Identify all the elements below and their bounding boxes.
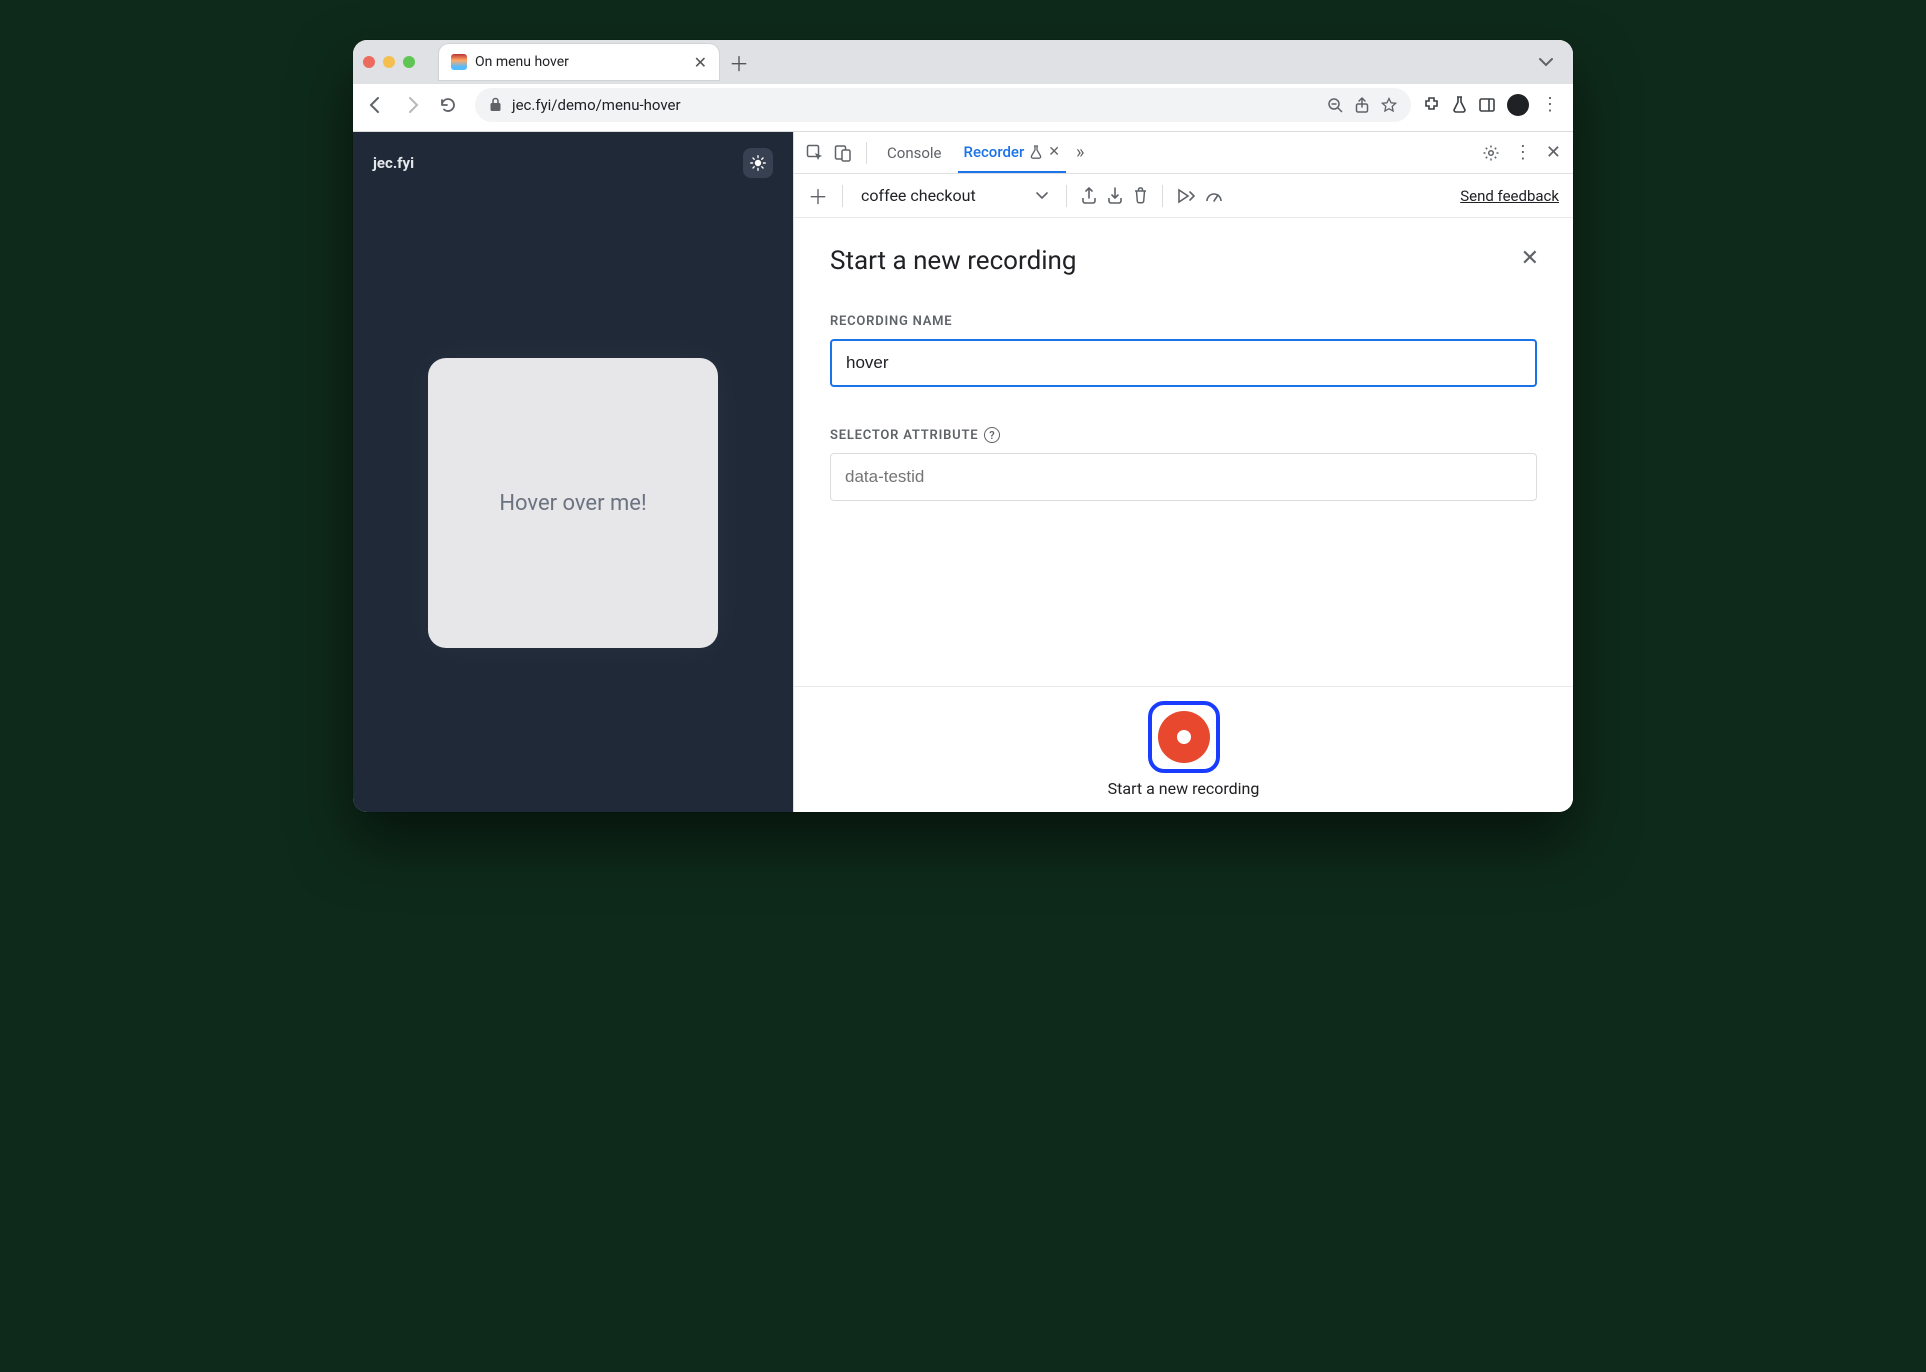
recording-name-input[interactable] (830, 339, 1537, 387)
theme-toggle-button[interactable] (743, 148, 773, 178)
delete-icon[interactable] (1133, 187, 1148, 204)
page-body: Hover over me! (353, 194, 793, 812)
panel-icon[interactable] (1479, 98, 1495, 112)
hover-card-text: Hover over me! (499, 491, 646, 516)
chevron-down-icon (1036, 192, 1048, 200)
extensions-icon[interactable] (1423, 96, 1440, 113)
rendered-page: jec.fyi Hover over me! (353, 132, 793, 812)
panel-close-button[interactable]: ✕ (1521, 246, 1539, 271)
new-recording-button[interactable]: ＋ (808, 181, 828, 210)
omnibox-actions (1327, 97, 1397, 113)
close-tab-recorder[interactable]: ✕ (1048, 144, 1060, 160)
tab-title: On menu hover (475, 54, 686, 70)
window-controls (363, 56, 415, 68)
browser-toolbar: jec.fyi/demo/menu-hover ⋮ (353, 84, 1573, 132)
browser-window: On menu hover ✕ ＋ jec.fyi/demo/menu-hove… (353, 40, 1573, 812)
send-feedback-link[interactable]: Send feedback (1460, 187, 1559, 205)
close-window-button[interactable] (363, 56, 375, 68)
share-icon[interactable] (1355, 97, 1369, 113)
tab-recorder[interactable]: Recorder ✕ (958, 133, 1067, 173)
new-recording-panel: ✕ Start a new recording RECORDING NAME S… (794, 218, 1573, 686)
content-area: jec.fyi Hover over me! Console Recorder (353, 132, 1573, 812)
inspect-icon[interactable] (806, 144, 824, 162)
record-icon (1158, 711, 1210, 763)
tabs-menu-button[interactable] (1529, 51, 1563, 73)
close-tab-button[interactable]: ✕ (694, 53, 707, 72)
url-text: jec.fyi/demo/menu-hover (512, 96, 1317, 114)
export-icon[interactable] (1081, 187, 1097, 204)
recording-selector[interactable]: coffee checkout (857, 182, 1052, 209)
recorder-toolbar: ＋ coffee checkout Send feedback (794, 174, 1573, 218)
play-icon[interactable] (1177, 188, 1195, 204)
devtools-close-button[interactable]: ✕ (1546, 142, 1561, 163)
recording-name-label: RECORDING NAME (830, 314, 1537, 329)
page-header: jec.fyi (353, 132, 793, 194)
new-tab-button[interactable]: ＋ (725, 48, 753, 76)
site-brand: jec.fyi (373, 154, 414, 172)
tab-strip: On menu hover ✕ ＋ (353, 40, 1573, 84)
start-recording-button[interactable] (1148, 701, 1220, 773)
selector-attribute-label-text: SELECTOR ATTRIBUTE (830, 428, 978, 443)
zoom-out-icon[interactable] (1327, 97, 1343, 113)
labs-icon[interactable] (1452, 96, 1467, 113)
help-icon[interactable]: ? (984, 427, 1000, 443)
profile-avatar[interactable] (1507, 94, 1529, 116)
maximize-window-button[interactable] (403, 56, 415, 68)
more-tabs-button[interactable]: » (1076, 142, 1084, 163)
device-toggle-icon[interactable] (834, 144, 852, 162)
browser-menu-button[interactable]: ⋮ (1541, 94, 1559, 115)
bookmark-icon[interactable] (1381, 97, 1397, 113)
lock-icon (489, 97, 502, 112)
selector-attribute-input[interactable] (830, 453, 1537, 501)
back-button[interactable] (367, 96, 391, 114)
hover-card[interactable]: Hover over me! (428, 358, 718, 648)
tab-console[interactable]: Console (881, 134, 948, 172)
recording-selector-label: coffee checkout (861, 186, 976, 205)
browser-tab[interactable]: On menu hover ✕ (439, 44, 719, 80)
reload-button[interactable] (439, 96, 463, 114)
record-bottombar: Start a new recording (794, 686, 1573, 812)
forward-button[interactable] (403, 96, 427, 114)
devtools-panel: Console Recorder ✕ » ⋮ ✕ ＋ coffee (793, 132, 1573, 812)
devtools-tabstrip: Console Recorder ✕ » ⋮ ✕ (794, 132, 1573, 174)
favicon-icon (451, 54, 467, 70)
import-icon[interactable] (1107, 187, 1123, 204)
devtools-menu-button[interactable]: ⋮ (1514, 142, 1532, 163)
performance-icon[interactable] (1205, 189, 1223, 203)
minimize-window-button[interactable] (383, 56, 395, 68)
tab-recorder-label: Recorder (964, 143, 1025, 161)
devtools-settings-button[interactable] (1482, 144, 1500, 162)
panel-title: Start a new recording (830, 246, 1537, 276)
start-recording-label: Start a new recording (1108, 779, 1260, 798)
toolbar-extensions: ⋮ (1423, 94, 1559, 116)
address-bar[interactable]: jec.fyi/demo/menu-hover (475, 88, 1411, 122)
selector-attribute-label: SELECTOR ATTRIBUTE ? (830, 427, 1537, 443)
beaker-icon (1030, 145, 1042, 159)
